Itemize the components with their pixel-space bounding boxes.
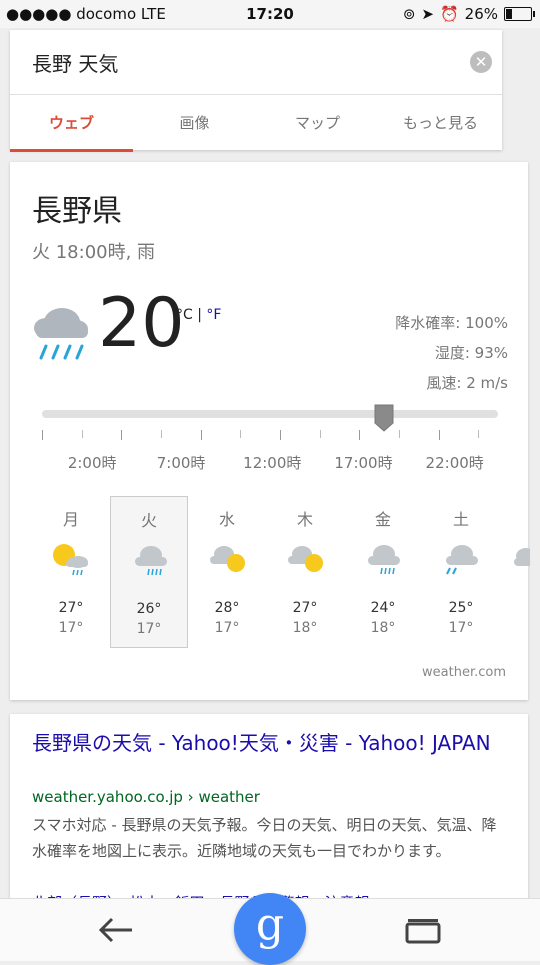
day-low: 17° [448, 620, 474, 636]
humidity: 湿度: 93% [434, 344, 508, 362]
partly-cloudy-icon [288, 546, 323, 572]
tabs-icon[interactable] [404, 915, 442, 945]
search-tabs: ウェブ 画像 マップ もっと見る [10, 94, 502, 152]
tick-mark [478, 430, 480, 438]
time-slider-track[interactable] [42, 410, 498, 418]
weather-details: 降水確率: 100% 湿度: 93% 風速: 2 m/s [395, 308, 508, 398]
precip-chance: 降水確率: 100% [395, 314, 508, 332]
time-label: 22:00時 [425, 454, 484, 472]
time-slider-handle[interactable] [373, 403, 395, 433]
time-label: 7:00時 [156, 454, 206, 472]
time-labels: 2:00時 7:00時 12:00時 17:00時 22:00時 [42, 452, 498, 472]
day-low: 17° [214, 620, 240, 636]
day-low: 17° [58, 620, 84, 636]
result-url[interactable]: weather.yahoo.co.jp › weather [32, 788, 260, 806]
day-low: 18° [292, 620, 318, 636]
day-high: 26° [136, 601, 162, 617]
back-arrow-icon[interactable] [96, 913, 136, 947]
weather-subtitle: 火 18:00時, 雨 [32, 242, 156, 263]
day-name: 月 [62, 510, 79, 529]
tick-mark [398, 430, 400, 438]
tick-mark [200, 430, 202, 440]
day-name: 金 [374, 510, 391, 529]
search-query-input[interactable]: 長野 天気 [32, 48, 118, 77]
tick-mark [240, 430, 242, 438]
tick-mark [81, 430, 83, 438]
battery-icon [504, 7, 535, 21]
day-forecast[interactable]: 土 25° 17° [422, 496, 500, 648]
day-forecast[interactable]: 木 27° 18° [266, 496, 344, 648]
alarm-icon: ⏰ [439, 5, 459, 23]
result-snippet: スマホ対応 - 長野県の天気予報。今日の天気、明日の天気、気温、降水確率を地図上… [32, 812, 502, 864]
tick-mark [121, 430, 123, 440]
unit-separator: | [192, 307, 207, 323]
wind-speed: 風速: 2 m/s [426, 374, 508, 392]
tab-web[interactable]: ウェブ [10, 95, 133, 152]
tick-mark [319, 430, 321, 438]
cloud-rain-icon [368, 545, 400, 575]
time-ticks [42, 430, 498, 440]
current-temperature: 20 [98, 284, 185, 363]
day-high: 28° [214, 600, 240, 616]
battery-percent: 26% [464, 5, 498, 23]
day-high: 24° [370, 600, 396, 616]
cloud-rain-icon [446, 545, 478, 575]
cloud-rain-icon [34, 308, 88, 360]
bottom-bar: g [0, 893, 540, 965]
clear-icon[interactable]: ✕ [470, 51, 492, 73]
orientation-lock-icon: ⊚ [402, 5, 416, 23]
location-icon: ➤ [421, 5, 434, 23]
daily-forecast: 月 27° 17° 火 26° 17° 水 28° 17° 木 27° 18° … [32, 496, 532, 656]
status-icons: ⊚ ➤ ⏰ 26% [402, 5, 535, 23]
day-name: 土 [452, 510, 469, 529]
search-result: 長野県の天気 - Yahoo!天気・災害 - Yahoo! JAPAN weat… [10, 714, 528, 914]
cloud-icon [514, 548, 530, 566]
day-high: 27° [58, 600, 84, 616]
google-g-label: g [255, 899, 285, 950]
tick-mark [42, 430, 43, 440]
tick-mark [438, 430, 440, 440]
time-label: 12:00時 [243, 454, 302, 472]
day-forecast[interactable]: 月 27° 17° [32, 496, 110, 648]
tab-images[interactable]: 画像 [133, 95, 256, 151]
status-bar: ●●●●● docomo LTE 17:20 ⊚ ➤ ⏰ 26% [0, 0, 540, 28]
tab-maps[interactable]: マップ [256, 95, 379, 151]
weather-source[interactable]: weather.com [422, 665, 506, 680]
snippet-prefix: スマホ対応 - [32, 816, 122, 834]
weather-location: 長野県 [32, 194, 122, 229]
day-forecast-selected[interactable]: 火 26° 17° [110, 496, 188, 648]
weather-card: 長野県 火 18:00時, 雨 20 °C | °F 降水確率: 100% 湿度… [10, 162, 530, 700]
time-label: 2:00時 [67, 454, 117, 472]
tick-mark [160, 430, 162, 438]
day-high: 27° [292, 600, 318, 616]
result-title-link[interactable]: 長野県の天気 - Yahoo!天気・災害 - Yahoo! JAPAN [32, 728, 502, 758]
unit-celsius[interactable]: °C [176, 307, 193, 323]
tick-mark [279, 430, 281, 440]
day-name: 木 [296, 510, 313, 529]
sun-cloud-rain-icon [53, 544, 88, 576]
day-forecast[interactable]: 水 28° 17° [188, 496, 266, 648]
cloud-rain-icon [135, 546, 167, 576]
time-label: 17:00時 [334, 454, 393, 472]
day-low: 18° [370, 620, 396, 636]
search-card: 長野 天気 ✕ ウェブ 画像 マップ もっと見る [10, 30, 502, 152]
day-name: 水 [218, 510, 235, 529]
tick-mark [359, 430, 361, 440]
partly-cloudy-icon [210, 546, 245, 572]
day-low: 17° [136, 621, 162, 637]
google-search-button[interactable]: g [234, 893, 306, 965]
day-forecast[interactable]: 金 24° 18° [344, 496, 422, 648]
unit-toggle: °C | °F [176, 307, 221, 323]
unit-fahrenheit[interactable]: °F [206, 307, 221, 323]
day-name: 火 [140, 511, 157, 530]
day-high: 25° [448, 600, 474, 616]
tab-more[interactable]: もっと見る [379, 95, 502, 151]
